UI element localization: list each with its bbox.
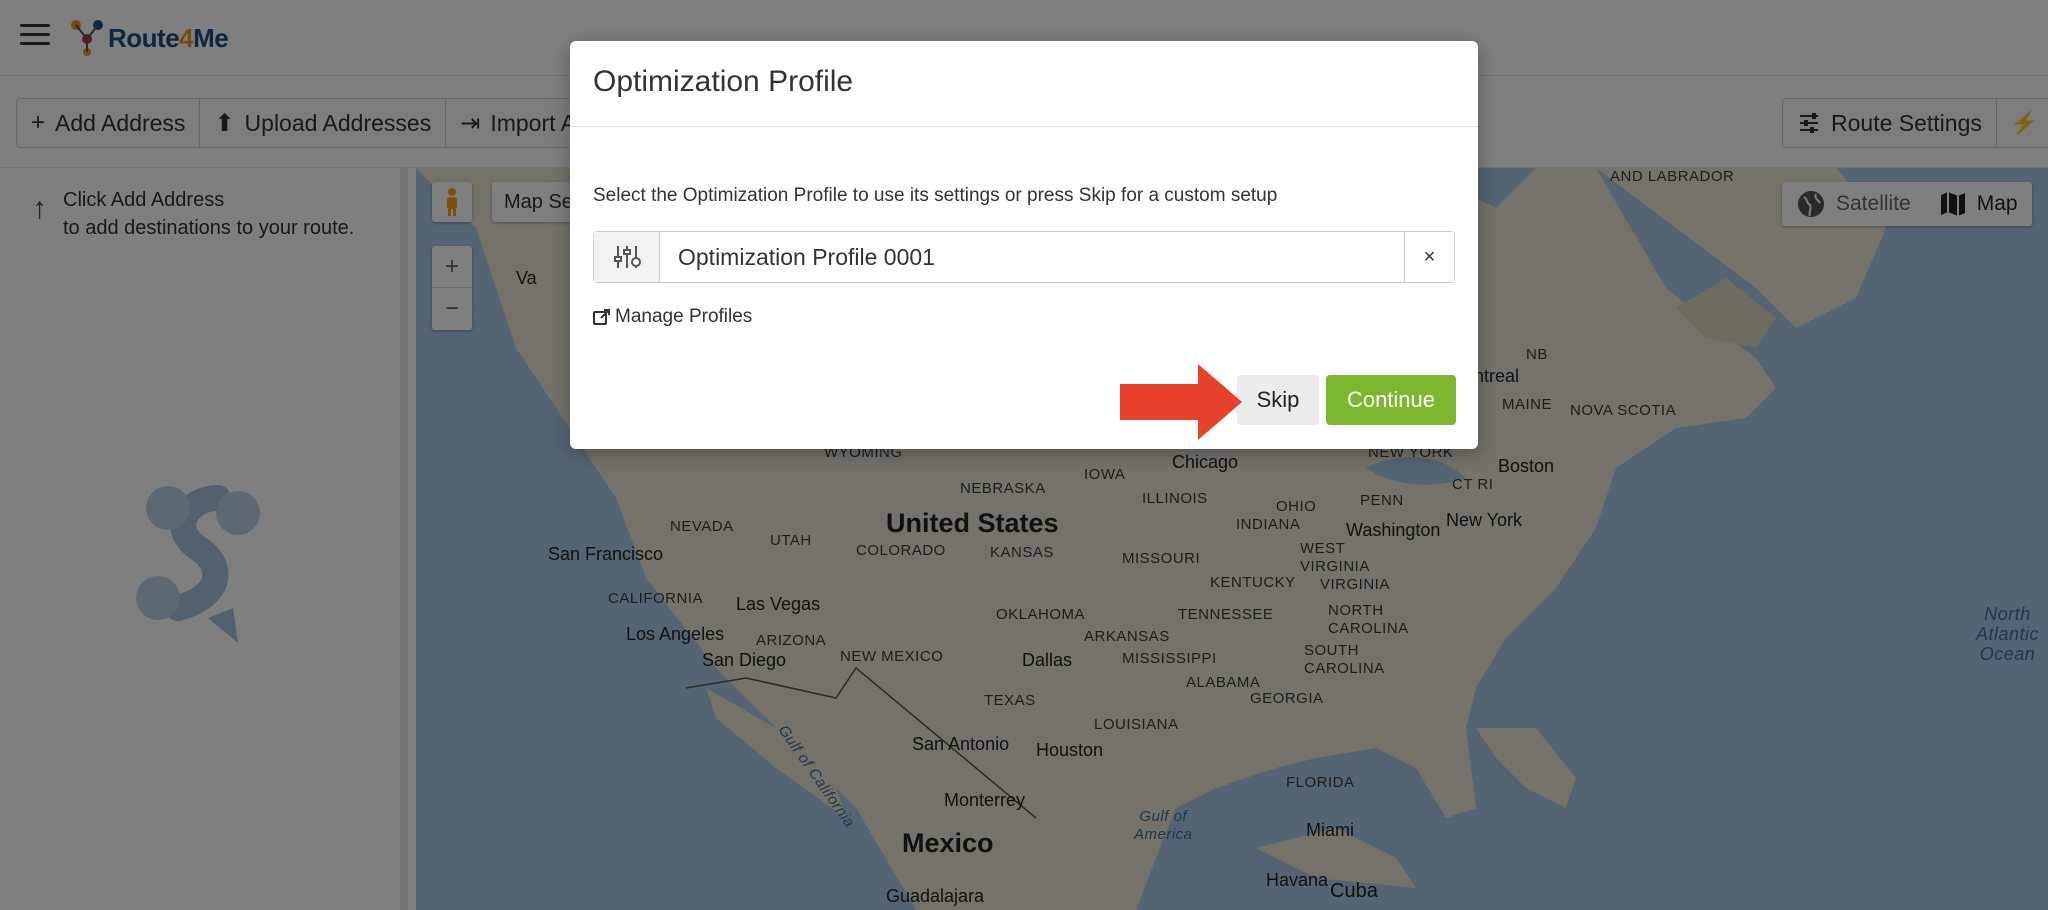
modal-description: Select the Optimization Profile to use i…	[593, 185, 1278, 206]
continue-button[interactable]: Continue	[1326, 375, 1456, 425]
profile-input[interactable]	[660, 232, 1404, 282]
profile-select[interactable]: ×	[593, 231, 1455, 283]
red-arrow-annotation-icon	[1120, 364, 1242, 440]
manage-profiles-link[interactable]: Manage Profiles	[593, 306, 752, 328]
profile-settings-icon	[594, 232, 660, 282]
external-link-icon	[593, 309, 610, 325]
clear-profile-button[interactable]: ×	[1404, 232, 1454, 282]
modal-title: Optimization Profile	[593, 65, 854, 98]
optimization-profile-modal: Optimization Profile Select the Optimiza…	[570, 41, 1478, 449]
modal-header: Optimization Profile	[570, 41, 1478, 127]
